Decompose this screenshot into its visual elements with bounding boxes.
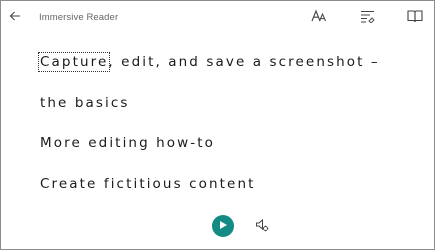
play-icon [218, 217, 228, 235]
grammar-options-button[interactable] [359, 9, 377, 27]
reading-preferences-button[interactable] [406, 9, 424, 27]
book-open-icon [407, 9, 423, 28]
voice-settings-button[interactable] [254, 218, 270, 237]
text-line: More editing how-to [40, 135, 216, 151]
text-preferences-button[interactable] [310, 9, 328, 27]
back-button[interactable] [7, 10, 23, 26]
text-line: Create fictitious content [40, 176, 256, 192]
play-button[interactable] [212, 215, 234, 237]
immersive-reader-window: Immersive Reader Capture, edit, and save… [0, 0, 435, 250]
text-line: Capture, edit, and save a screenshot – [37, 52, 380, 72]
grammar-options-icon [360, 9, 376, 28]
text-line: the basics [40, 95, 130, 111]
voice-settings-icon [255, 218, 269, 237]
line-text: , edit, and save a screenshot – [108, 54, 380, 70]
app-title: Immersive Reader [39, 12, 119, 23]
text-size-icon [311, 9, 327, 28]
back-arrow-icon [9, 9, 21, 27]
focused-word[interactable]: Capture [37, 52, 111, 72]
